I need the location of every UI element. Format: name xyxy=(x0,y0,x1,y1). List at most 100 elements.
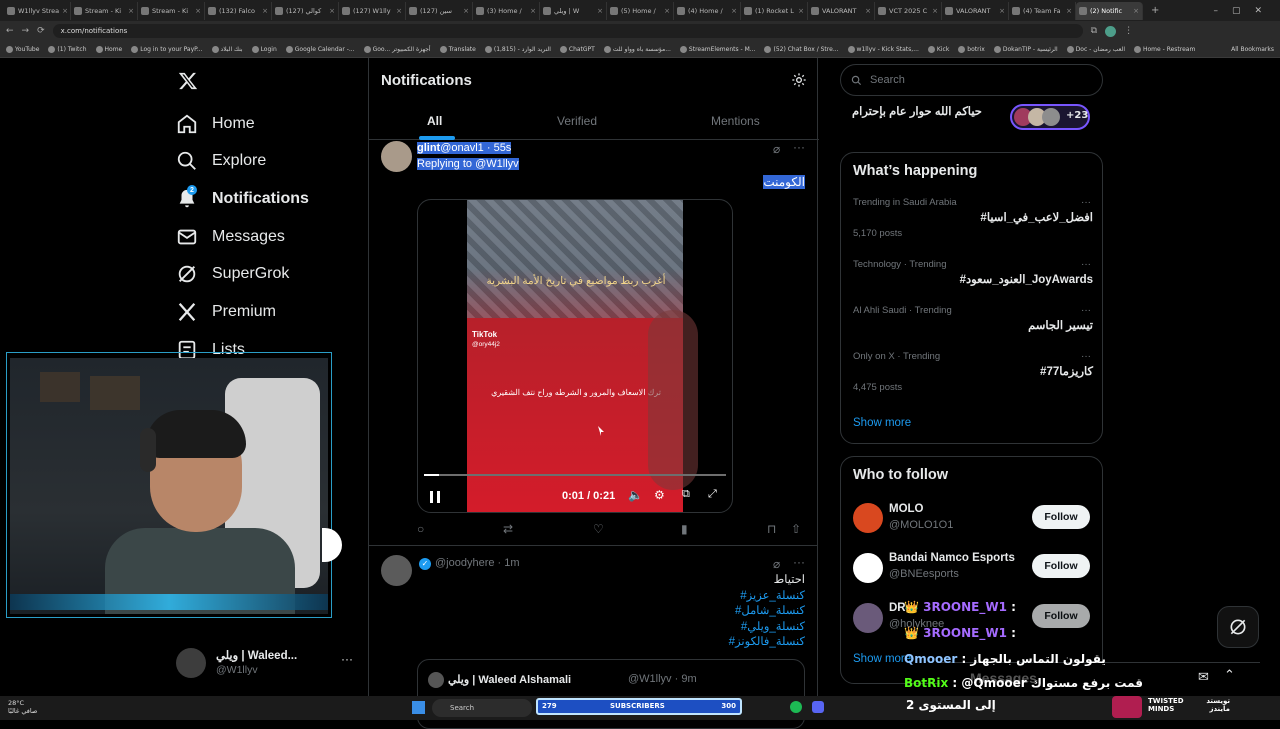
trend-item[interactable]: Trending in Saudi Arabia #افضل_لاعب_في_اس… xyxy=(853,197,1093,239)
follow-button[interactable]: Follow xyxy=(1032,554,1090,578)
bookmark-item[interactable]: Home xyxy=(95,45,122,53)
post-author-name[interactable]: glint xyxy=(417,142,441,154)
bookmark-item[interactable]: botrix xyxy=(958,45,985,53)
close-icon[interactable]: × xyxy=(463,7,469,15)
browser-tab[interactable]: W1llyv Strea × xyxy=(4,1,71,20)
back-icon[interactable]: ← xyxy=(6,26,14,36)
trend-item[interactable]: Technology · Trending #العنود_سعود_JoyAwa… xyxy=(853,259,1093,286)
bookmark-item[interactable]: StreamElements - M... xyxy=(679,45,755,53)
close-icon[interactable]: × xyxy=(798,7,804,15)
follow-name[interactable]: Bandai Namco Esports xyxy=(889,552,1015,564)
window-controls[interactable]: –▢✕ xyxy=(1213,6,1280,16)
pause-icon[interactable] xyxy=(430,491,440,503)
bookmark-item[interactable]: النريد الوارد - (1,815) xyxy=(484,45,551,53)
taskbar-search[interactable]: Search xyxy=(432,699,532,717)
x-logo-icon[interactable] xyxy=(178,71,198,91)
bookmark-item[interactable]: Log in to your PayP... xyxy=(131,45,203,53)
hashtag-link[interactable]: #كنسلة_عزيز xyxy=(729,589,805,605)
search-input[interactable]: Search xyxy=(840,64,1103,96)
bookmark-item[interactable]: Google Calendar -... xyxy=(285,45,355,53)
browser-tab[interactable]: (4) Team Fa × xyxy=(1009,1,1076,20)
browser-tab[interactable]: ويلي | W × xyxy=(540,1,607,20)
bookmark-icon[interactable]: ⊓ xyxy=(767,522,776,536)
browser-tab[interactable]: VCT 2025 C × xyxy=(875,1,942,20)
tab-all[interactable]: All xyxy=(427,114,442,128)
reply-icon[interactable]: ○ xyxy=(417,522,424,536)
bookmark-item[interactable]: بنك البلاد xyxy=(211,45,243,53)
compose-message-icon[interactable]: ✉ xyxy=(1198,669,1209,685)
nav-explore[interactable]: Explore xyxy=(176,150,266,172)
nav-home[interactable]: Home xyxy=(176,113,255,135)
grok-post-icon[interactable]: ⌀ xyxy=(773,557,780,571)
nav-supergrok[interactable]: SuperGrok xyxy=(176,263,289,285)
replying-to-link[interactable]: Replying to @W1llyv xyxy=(417,158,519,170)
bookmark-item[interactable]: YouTube xyxy=(6,45,39,53)
windows-start-icon[interactable] xyxy=(412,701,425,714)
video-player[interactable]: أغرب ربط مواضيع في تاريخ الأمة البشرية T… xyxy=(417,199,733,513)
profile-avatar[interactable] xyxy=(1105,25,1117,37)
repost-icon[interactable]: ⇄ xyxy=(503,522,513,536)
fullscreen-icon[interactable]: ⤢ xyxy=(708,488,717,501)
bookmark-item[interactable]: (1) Twitch xyxy=(48,45,87,53)
nav-notifications[interactable]: 2 Notifications xyxy=(176,185,309,210)
url-field[interactable]: x.com/notifications xyxy=(52,24,1083,38)
weather-widget[interactable]: 28°C صافي غالبًا xyxy=(8,699,37,715)
tab-verified[interactable]: Verified xyxy=(557,114,597,128)
more-icon[interactable]: ··· xyxy=(1081,351,1091,362)
account-switcher[interactable]: ويلي | Waleed... @W1llyv ··· xyxy=(176,646,366,680)
post-card[interactable]: glint@onavl1 · 55s Replying to @W1llyv ⌀… xyxy=(369,140,817,546)
space-title[interactable]: حياكم الله حوار عام بإحترام xyxy=(852,104,982,118)
browser-tab[interactable]: (4) Home / × xyxy=(674,1,741,20)
more-icon[interactable]: ··· xyxy=(793,555,805,569)
views-icon[interactable]: ▮ xyxy=(681,522,688,536)
grok-button[interactable] xyxy=(1217,606,1259,648)
close-icon[interactable]: × xyxy=(664,7,670,15)
like-icon[interactable]: ♡ xyxy=(593,522,604,536)
hashtag-link[interactable]: #كنسلة_شامل xyxy=(729,604,805,620)
browser-tab[interactable]: Stream - Ki × xyxy=(138,1,205,20)
close-icon[interactable]: × xyxy=(530,7,536,15)
volume-icon[interactable]: 🔈 xyxy=(628,488,643,502)
share-icon[interactable]: ⇧ xyxy=(791,522,801,536)
close-icon[interactable]: × xyxy=(999,7,1005,15)
video-progress-track[interactable] xyxy=(424,474,726,476)
grok-post-icon[interactable]: ⌀ xyxy=(773,142,780,156)
browser-tab[interactable]: (2) Notific × xyxy=(1076,1,1143,20)
close-icon[interactable]: × xyxy=(1066,7,1072,15)
close-icon[interactable]: × xyxy=(932,7,938,15)
close-icon[interactable]: × xyxy=(1133,7,1139,15)
bookmark-item[interactable]: Doc - العب رمضان xyxy=(1066,45,1125,53)
close-icon[interactable]: × xyxy=(597,7,603,15)
forward-icon[interactable]: → xyxy=(22,26,30,36)
chevron-up-icon[interactable]: ⌃ xyxy=(1224,667,1235,683)
bookmark-item[interactable]: Goo... أجهزة الكمبيوتر xyxy=(363,45,431,53)
more-icon[interactable]: ··· xyxy=(1081,305,1091,316)
gear-icon[interactable] xyxy=(791,72,807,88)
extensions-icon[interactable]: ⧉ xyxy=(1091,26,1097,36)
browser-tab[interactable]: سين (127) × xyxy=(406,1,473,20)
close-icon[interactable]: × xyxy=(128,7,134,15)
space-pill[interactable]: +23 xyxy=(1010,104,1090,130)
menu-icon[interactable]: ⋮ xyxy=(1124,26,1133,36)
bookmark-item[interactable]: Kick xyxy=(927,45,949,53)
more-icon[interactable]: ··· xyxy=(793,140,805,154)
bookmark-item[interactable]: Login xyxy=(251,45,277,53)
trend-item[interactable]: Only on X · Trending #كاريزما77 4,475 post… xyxy=(853,351,1093,393)
pip-icon[interactable]: ⧉ xyxy=(682,488,690,501)
browser-tab[interactable]: (132) Falco × xyxy=(205,1,272,20)
close-icon[interactable]: × xyxy=(396,7,402,15)
browser-tab[interactable]: VALORANT × xyxy=(808,1,875,20)
close-icon[interactable]: × xyxy=(62,7,68,15)
browser-tab[interactable]: (127) كوالي × xyxy=(272,1,339,20)
discord-icon[interactable] xyxy=(812,701,824,713)
browser-tab[interactable]: Stream - Ki × xyxy=(71,1,138,20)
browser-tab[interactable]: (5) Home / × xyxy=(607,1,674,20)
show-more-link[interactable]: Show more xyxy=(853,417,911,429)
bookmark-item[interactable]: Home - Restream xyxy=(1134,45,1195,53)
bookmark-item[interactable]: w1llyv - Kick Stats,... xyxy=(847,45,919,53)
new-tab-button[interactable]: + xyxy=(1151,5,1159,16)
bookmark-item[interactable]: DokanTIP - الرئيسية xyxy=(993,45,1058,53)
trend-item[interactable]: Al Ahli Saudi · Trending تيسير الجاسم ··· xyxy=(853,305,1093,332)
browser-tab[interactable]: VALORANT × xyxy=(942,1,1009,20)
close-icon[interactable]: × xyxy=(731,7,737,15)
